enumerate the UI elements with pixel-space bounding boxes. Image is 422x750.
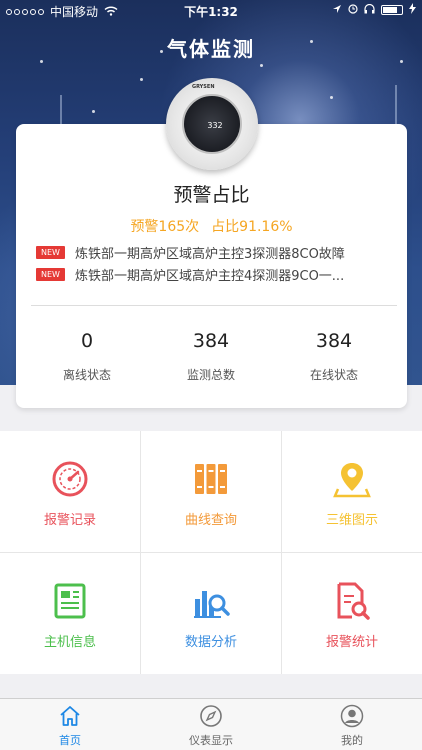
document-icon xyxy=(50,581,90,621)
warning-count: 预警165次 xyxy=(130,219,200,235)
menu-alarm-records[interactable]: 报警记录 xyxy=(0,431,140,552)
metric-offline: 0 离线状态 xyxy=(22,330,152,383)
menu-data-analysis[interactable]: 数据分析 xyxy=(141,553,281,674)
headphones-icon xyxy=(364,3,375,17)
tab-dashboard[interactable]: 仪表显示 xyxy=(141,699,281,750)
feature-grid: 报警记录 曲线查询 三维图示 主机信息 数据分析 报警统计 xyxy=(0,431,422,674)
metric-value: 384 xyxy=(192,330,230,352)
metric-total: 384 监测总数 xyxy=(146,330,276,383)
compass-icon xyxy=(199,704,223,728)
metric-value: 384 xyxy=(315,330,353,352)
menu-label: 报警统计 xyxy=(325,635,378,650)
news-item[interactable]: NEW 炼铁部一期高炉区域高炉主控3探测器8CO故障 xyxy=(36,243,391,262)
menu-label: 主机信息 xyxy=(43,635,96,650)
warning-stats: 预警165次 占比91.16% xyxy=(16,216,407,236)
sensor-dial: 332 xyxy=(182,94,242,154)
news-item[interactable]: NEW 炼铁部一期高炉区域高炉主控4探测器9CO一... xyxy=(36,265,391,284)
menu-label: 数据分析 xyxy=(184,635,237,650)
menu-label: 三维图示 xyxy=(325,513,378,528)
charging-icon xyxy=(409,3,416,17)
menu-3d-view[interactable]: 三维图示 xyxy=(282,431,422,552)
tab-bar: 首页 仪表显示 我的 xyxy=(0,698,422,750)
home-icon xyxy=(58,704,82,728)
battery-icon xyxy=(381,5,403,15)
tab-profile[interactable]: 我的 xyxy=(282,699,422,750)
menu-host-info[interactable]: 主机信息 xyxy=(0,553,140,674)
news-text: 炼铁部一期高炉区域高炉主控3探测器8CO故障 xyxy=(74,247,345,262)
metric-label: 离线状态 xyxy=(62,368,111,382)
sensor-brand: GRYSEN xyxy=(192,84,215,90)
new-badge: NEW xyxy=(36,268,65,281)
map-pin-icon xyxy=(332,459,372,499)
divider xyxy=(31,305,397,306)
menu-alarm-statistics[interactable]: 报警统计 xyxy=(282,553,422,674)
tab-home[interactable]: 首页 xyxy=(0,699,140,750)
tab-label: 我的 xyxy=(341,734,363,747)
menu-curve-query[interactable]: 曲线查询 xyxy=(141,431,281,552)
new-badge: NEW xyxy=(36,246,65,259)
metric-label: 在线状态 xyxy=(309,368,358,382)
tab-label: 仪表显示 xyxy=(189,734,233,747)
gas-detector-image: GRYSEN 332 xyxy=(166,78,258,170)
metric-label: 监测总数 xyxy=(186,368,235,382)
sensor-reading: 332 xyxy=(207,121,223,130)
metric-value: 0 xyxy=(80,330,94,352)
chart-search-icon xyxy=(191,581,231,621)
location-icon xyxy=(332,4,342,17)
card-title: 预警占比 xyxy=(173,184,250,206)
books-icon xyxy=(191,459,231,499)
tab-label: 首页 xyxy=(59,734,81,747)
user-icon xyxy=(340,704,364,728)
menu-label: 报警记录 xyxy=(43,513,96,528)
file-search-icon xyxy=(332,581,372,621)
alarm-icon xyxy=(348,3,358,17)
status-bar: 中国移动 下午1:32 xyxy=(0,0,422,22)
page-title: 气体监测 xyxy=(167,37,255,61)
warning-ratio: 占比91.16% xyxy=(211,219,293,235)
gauge-icon xyxy=(50,459,90,499)
menu-label: 曲线查询 xyxy=(184,513,237,528)
news-text: 炼铁部一期高炉区域高炉主控4探测器9CO一... xyxy=(74,269,345,284)
metric-online: 384 在线状态 xyxy=(269,330,399,383)
